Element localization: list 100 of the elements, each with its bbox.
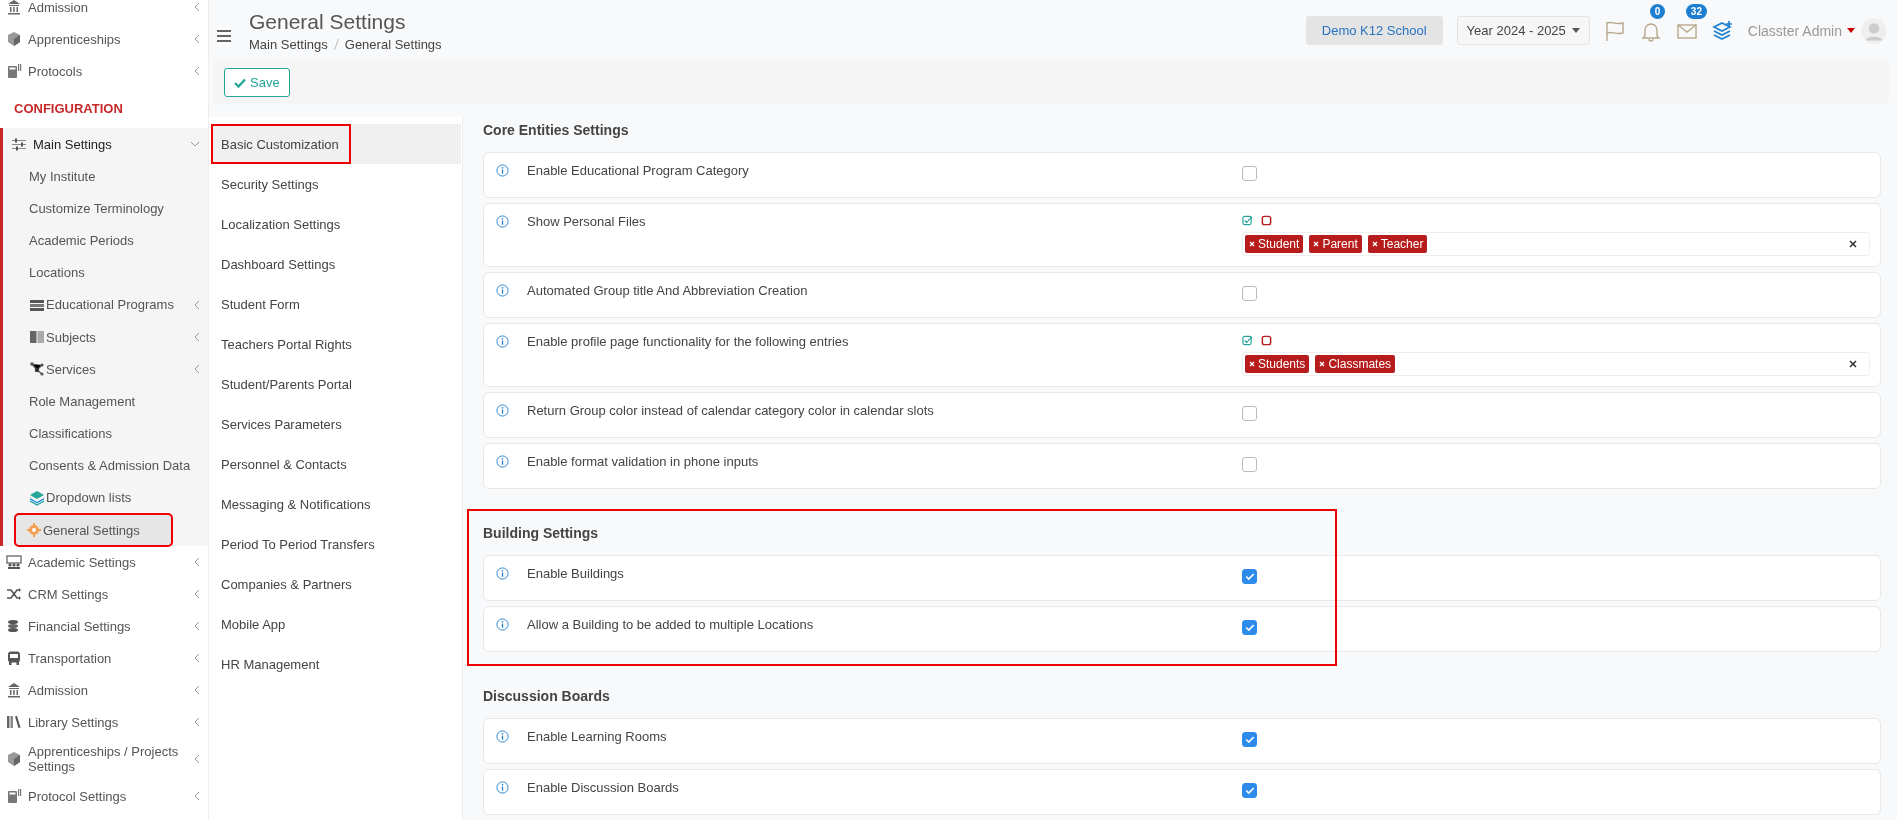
submenu-item[interactable]: My Institute (3, 160, 208, 193)
menu-icon[interactable] (217, 29, 231, 42)
settings-tab[interactable]: Messaging & Notifications (211, 484, 462, 524)
checkbox[interactable] (1242, 783, 1257, 798)
flag-icon[interactable] (1603, 19, 1626, 42)
chevron-left-icon (194, 332, 200, 343)
setting-label: Enable Buildings (526, 566, 625, 581)
section-title: Discussion Boards (483, 687, 611, 706)
setting-label: Enable profile page functionality for the following entries (526, 334, 850, 349)
info-icon[interactable] (496, 164, 509, 177)
submenu-item[interactable]: Services (3, 353, 208, 386)
settings-tab[interactable]: Localization Settings (211, 204, 462, 244)
settings-tab[interactable]: Mobile App (211, 604, 462, 644)
check-icon (234, 77, 246, 88)
settings-tab[interactable]: Services Parameters (211, 404, 462, 444)
section-heading: CONFIGURATION (13, 100, 124, 118)
tag[interactable]: Student (1245, 235, 1304, 253)
settings-tab[interactable]: Personnel & Contacts (211, 444, 462, 484)
submenu-item[interactable]: General Settings (15, 514, 172, 547)
info-icon[interactable] (496, 284, 509, 297)
tag[interactable]: Students (1245, 355, 1310, 373)
nodes-icon (29, 361, 45, 378)
sidebar-item[interactable]: Transportation (0, 642, 208, 675)
checkbox[interactable] (1242, 406, 1257, 421)
settings-tab[interactable]: Security Settings (211, 164, 462, 204)
deselect-all-icon[interactable] (1261, 335, 1272, 346)
cube-icon (6, 31, 22, 47)
settings-tab[interactable]: Period To Period Transfers (211, 524, 462, 564)
info-icon[interactable] (496, 567, 509, 580)
submenu-item[interactable]: Role Management (3, 385, 208, 418)
sidebar-item[interactable]: Library Settings (0, 706, 208, 739)
caret-icon (1847, 28, 1855, 33)
select-all-icon[interactable] (1242, 335, 1253, 346)
remove-icon[interactable] (1313, 241, 1320, 247)
message-badge: 32 (1685, 3, 1707, 19)
submenu-item[interactable]: Locations (3, 256, 208, 289)
sidebar-item[interactable]: Admission (0, 0, 208, 23)
calculator-icon (6, 63, 22, 79)
settings-tab[interactable]: Student Form (211, 284, 462, 324)
checkbox[interactable] (1242, 620, 1257, 635)
info-icon[interactable] (496, 730, 509, 743)
section-title: Building Settings (483, 524, 600, 543)
submenu-item[interactable]: Customize Terminology (3, 192, 208, 225)
settings-tab[interactable]: Teachers Portal Rights (211, 324, 462, 364)
checkbox[interactable] (1242, 166, 1257, 181)
clear-icon[interactable] (1849, 240, 1857, 248)
breadcrumb-link[interactable]: Main Settings (249, 36, 328, 52)
school-button[interactable]: Demo K12 School (1305, 16, 1443, 45)
calculator-icon (6, 788, 22, 805)
checkbox[interactable] (1242, 732, 1257, 747)
tag-input-field[interactable]: Student Parent Teacher (1242, 232, 1870, 256)
sidebar-item[interactable]: Apprenticeships (0, 23, 208, 55)
info-icon[interactable] (496, 781, 509, 794)
chevron-left-icon (194, 299, 200, 310)
chevron-left-icon (194, 557, 200, 568)
sidebar-item[interactable]: Admission (0, 674, 208, 707)
sidebar-item[interactable]: Protocol Settings (0, 780, 208, 813)
sidebar-item[interactable]: Financial Settings (0, 610, 208, 643)
sidebar-item[interactable]: Main Settings (3, 128, 208, 160)
submenu-item[interactable]: Educational Programs (3, 288, 208, 321)
sidebar-item[interactable]: Apprenticeships / Projects Settings (0, 738, 208, 781)
submenu-item[interactable]: Academic Periods (3, 224, 208, 257)
layers-icon (29, 489, 45, 506)
select-all-icon[interactable] (1242, 215, 1253, 226)
checkbox[interactable] (1242, 457, 1257, 472)
layers-plus-icon[interactable] (1711, 19, 1734, 42)
clear-icon[interactable] (1849, 360, 1857, 368)
tag[interactable]: Parent (1309, 235, 1362, 253)
tag[interactable]: Teacher (1367, 235, 1428, 253)
submenu-item[interactable]: Dropdown lists (3, 481, 208, 515)
submenu-item[interactable]: Classifications (3, 417, 208, 450)
shuffle-icon (6, 586, 22, 603)
chevron-left-icon (194, 754, 200, 765)
settings-tab[interactable]: Student/Parents Portal (211, 364, 462, 404)
remove-icon[interactable] (1371, 241, 1378, 247)
deselect-all-icon[interactable] (1261, 215, 1272, 226)
checkbox[interactable] (1242, 569, 1257, 584)
checkbox[interactable] (1242, 286, 1257, 301)
submenu-item[interactable]: Subjects (3, 320, 208, 354)
settings-tab[interactable]: Companies & Partners (211, 564, 462, 604)
remove-icon[interactable] (1319, 361, 1326, 367)
sidebar-item[interactable]: Protocols (0, 55, 208, 87)
info-icon[interactable] (496, 215, 509, 228)
building-icon (6, 0, 22, 15)
settings-tab[interactable]: Dashboard Settings (211, 244, 462, 284)
submenu-item[interactable]: Consents & Admission Data (3, 449, 208, 482)
info-icon[interactable] (496, 404, 509, 417)
tag[interactable]: Classmates (1315, 355, 1396, 373)
info-icon[interactable] (496, 455, 509, 468)
year-dropdown[interactable]: Year 2024 - 2025 (1456, 16, 1590, 45)
remove-icon[interactable] (1249, 361, 1255, 367)
breadcrumb-link[interactable]: General Settings (344, 36, 442, 52)
remove-icon[interactable] (1249, 241, 1255, 247)
sidebar-item[interactable]: Academic Settings (0, 546, 208, 579)
settings-tab[interactable]: HR Management (211, 644, 462, 684)
sidebar-item[interactable]: CRM Settings (0, 578, 208, 611)
sliders-icon (11, 136, 27, 152)
tag-input-field[interactable]: Students Classmates (1242, 352, 1870, 376)
info-icon[interactable] (496, 335, 509, 348)
info-icon[interactable] (496, 618, 509, 631)
